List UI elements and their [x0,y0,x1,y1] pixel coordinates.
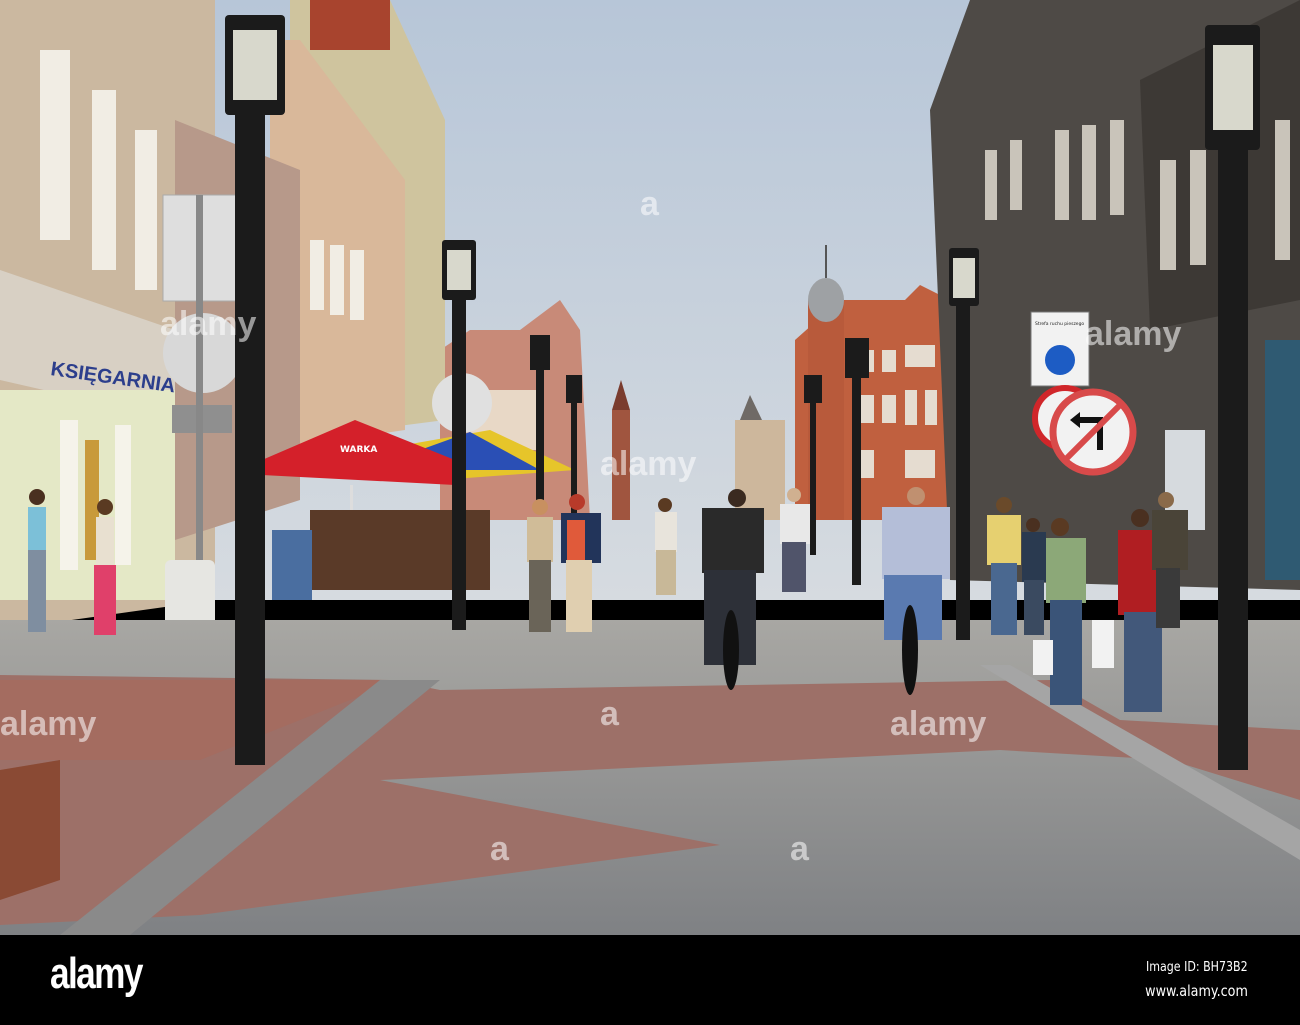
svg-text:alamy: alamy [600,445,696,483]
pedestrian-zone-sign-text: Strefa ruchu pieszego [1035,321,1084,327]
svg-text:a: a [640,185,660,223]
svg-text:a: a [600,695,620,733]
image-id: Image ID: BH73B2 [1146,960,1248,975]
svg-text:a: a [490,830,510,868]
street-photo: KSIĘGARNIA WARKA Strefa ruchu pieszego a… [0,0,1300,935]
svg-text:alamy: alamy [890,705,986,743]
footer-bar: alamy Image ID: BH73B2 www.alamy.com [0,935,1300,1025]
umbrella-brand: WARKA [340,445,377,455]
alamy-logo[interactable]: alamy [50,949,143,999]
svg-text:alamy: alamy [1085,315,1181,353]
watermark-text: alamy [160,305,256,343]
svg-text:a: a [790,830,810,868]
website-link[interactable]: www.alamy.com [1145,982,1248,1000]
svg-text:alamy: alamy [0,705,96,743]
